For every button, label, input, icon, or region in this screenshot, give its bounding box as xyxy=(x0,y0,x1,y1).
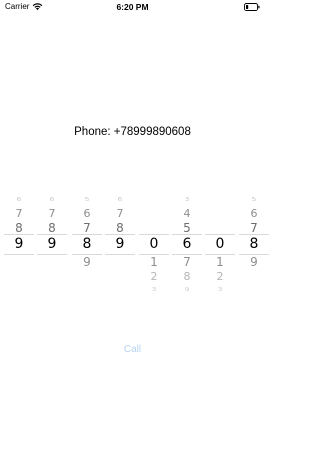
wheel-digit: 7 xyxy=(183,255,191,269)
wheel-digit: 9 xyxy=(184,287,190,293)
wheel-digit: 6 xyxy=(83,207,91,220)
digit-wheel-4[interactable]: 6 789 xyxy=(105,180,135,305)
digit-wheel-5[interactable]: 012 3 xyxy=(139,180,169,305)
phone-number-label: Phone: +78999890608 xyxy=(74,126,191,138)
wheel-digit: 8 xyxy=(15,221,23,235)
wheel-selected-digit: 9 xyxy=(105,234,135,255)
wheel-selected-digit: 0 xyxy=(139,234,169,255)
wheel-digit: 2 xyxy=(150,270,158,283)
digit-wheel-3[interactable]: 5 6789 xyxy=(72,180,102,305)
wheel-selected-digit: 0 xyxy=(205,234,235,255)
digit-wheel-8[interactable]: 5 6789 xyxy=(239,180,269,305)
wheel-digit: 3 xyxy=(217,287,223,293)
wheel-digit: 1 xyxy=(150,255,158,269)
wheel-digit: 7 xyxy=(15,207,23,220)
wheel-digit: 8 xyxy=(183,270,191,283)
status-bar: Carrier 6:20 PM xyxy=(0,0,265,14)
wheel-digit: 5 xyxy=(183,221,191,235)
wheel-digit: 1 xyxy=(216,255,224,269)
wheel-digit: 6 xyxy=(117,197,123,203)
digit-wheel-7[interactable]: 012 3 xyxy=(205,180,235,305)
wheel-digit: 7 xyxy=(116,207,124,220)
wheel-digit: 9 xyxy=(250,255,258,269)
digit-wheel-2[interactable]: 6 789 xyxy=(37,180,67,305)
wheel-selected-digit: 9 xyxy=(4,234,34,255)
wheel-digit: 3 xyxy=(151,287,157,293)
wheel-digit: 7 xyxy=(250,221,258,235)
wheel-digit: 6 xyxy=(16,197,22,203)
wheel-selected-digit: 8 xyxy=(239,234,269,255)
digit-wheel-6[interactable]: 3 45678 9 xyxy=(172,180,202,305)
wheel-digit: 6 xyxy=(250,207,258,220)
digit-wheel-1[interactable]: 6 789 xyxy=(4,180,34,305)
wheel-digit: 8 xyxy=(116,221,124,235)
wheel-digit: 5 xyxy=(84,197,90,203)
wheel-selected-digit: 8 xyxy=(72,234,102,255)
wheel-digit: 8 xyxy=(48,221,56,235)
wheel-digit: 6 xyxy=(49,197,55,203)
battery-icon xyxy=(244,3,260,11)
call-button[interactable]: Call xyxy=(0,344,265,355)
wheel-digit: 7 xyxy=(83,221,91,235)
phone-digit-picker[interactable]: 6789678956789678901233456789012356789 xyxy=(0,180,269,305)
wheel-digit: 5 xyxy=(251,197,257,203)
wheel-digit: 4 xyxy=(183,207,191,220)
wheel-digit: 7 xyxy=(48,207,56,220)
wheel-digit: 2 xyxy=(216,270,224,283)
status-time: 6:20 PM xyxy=(116,2,149,12)
wheel-digit: 9 xyxy=(83,255,91,269)
wheel-digit: 3 xyxy=(184,197,190,203)
wheel-selected-digit: 6 xyxy=(172,234,202,255)
wheel-selected-digit: 9 xyxy=(37,234,67,255)
